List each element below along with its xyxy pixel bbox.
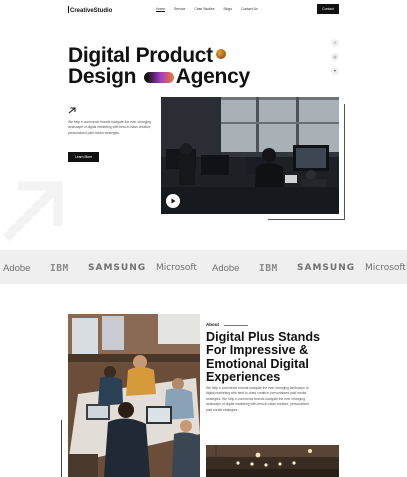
client-logos-strip: Adobe IBM SAMSUNG Microsoft Adobe IBM SA…: [0, 250, 407, 284]
nav-blogs[interactable]: Blogs: [224, 7, 232, 12]
decorative-line: [61, 420, 62, 477]
decorative-outline-horizontal: [268, 219, 345, 220]
nav-contact-us[interactable]: Contact Us: [241, 7, 258, 12]
client-logo-adobe: Adobe: [212, 263, 240, 274]
client-logo-adobe: Adobe: [3, 263, 31, 274]
social-links: f ◎ ✦: [331, 39, 339, 75]
interior-lights-photo: [206, 445, 339, 477]
large-arrow-decoration-icon: [2, 181, 63, 242]
section-label-about: About: [206, 322, 219, 327]
brand-name: CreativeStudio: [70, 8, 113, 14]
gradient-pill-icon: [143, 72, 174, 83]
hero-title-design: Design: [68, 65, 137, 88]
about-title-line-3: Emotional Digital: [206, 356, 309, 371]
client-logo-samsung: SAMSUNG: [297, 263, 356, 273]
brand-logo[interactable]: CreativeStudio: [68, 6, 112, 14]
main-menu: Home Service Case Studies Blogs Contact …: [156, 7, 258, 12]
hero-title-agency: Agency: [175, 65, 250, 88]
nav-home[interactable]: Home: [156, 7, 166, 12]
contact-button[interactable]: Contact: [317, 4, 339, 14]
facebook-icon[interactable]: f: [331, 39, 339, 47]
team-working-photo: [68, 314, 200, 477]
client-logo-microsoft: Microsoft: [365, 263, 406, 273]
hero-title: Digital Product Design Agency: [68, 45, 250, 87]
instagram-icon[interactable]: ◎: [331, 53, 339, 61]
nav-case-studies[interactable]: Case Studies: [194, 7, 214, 12]
hero-title-line-1: Digital Product: [68, 44, 213, 67]
about-title-line-2: For Impressive &: [206, 343, 309, 358]
nav-service[interactable]: Service: [174, 7, 185, 12]
about-title-line-4: Experiences: [206, 369, 281, 384]
client-logo-microsoft: Microsoft: [156, 263, 197, 273]
client-logo-samsung: SAMSUNG: [88, 263, 147, 273]
play-video-button[interactable]: [166, 194, 180, 208]
client-logo-ibm: IBM: [259, 263, 278, 274]
twitter-icon[interactable]: ✦: [331, 67, 339, 75]
about-title: Digital Plus Stands For Impressive & Emo…: [206, 330, 346, 384]
globe-icon: [215, 49, 226, 59]
section-label-line: [224, 325, 248, 326]
arrow-up-right-icon: [68, 107, 76, 114]
about-description: We help e-commerce brands navigate the e…: [206, 386, 309, 412]
hero-office-photo: [161, 97, 339, 214]
learn-more-button[interactable]: Learn More: [68, 152, 99, 162]
hero-description: We help e-commerce brands navigate the e…: [68, 120, 152, 135]
top-navbar: CreativeStudio Home Service Case Studies…: [0, 0, 407, 20]
about-title-line-1: Digital Plus Stands: [206, 330, 321, 344]
client-logo-ibm: IBM: [50, 263, 69, 274]
decorative-outline-vertical: [344, 104, 345, 219]
play-icon: [171, 198, 175, 204]
